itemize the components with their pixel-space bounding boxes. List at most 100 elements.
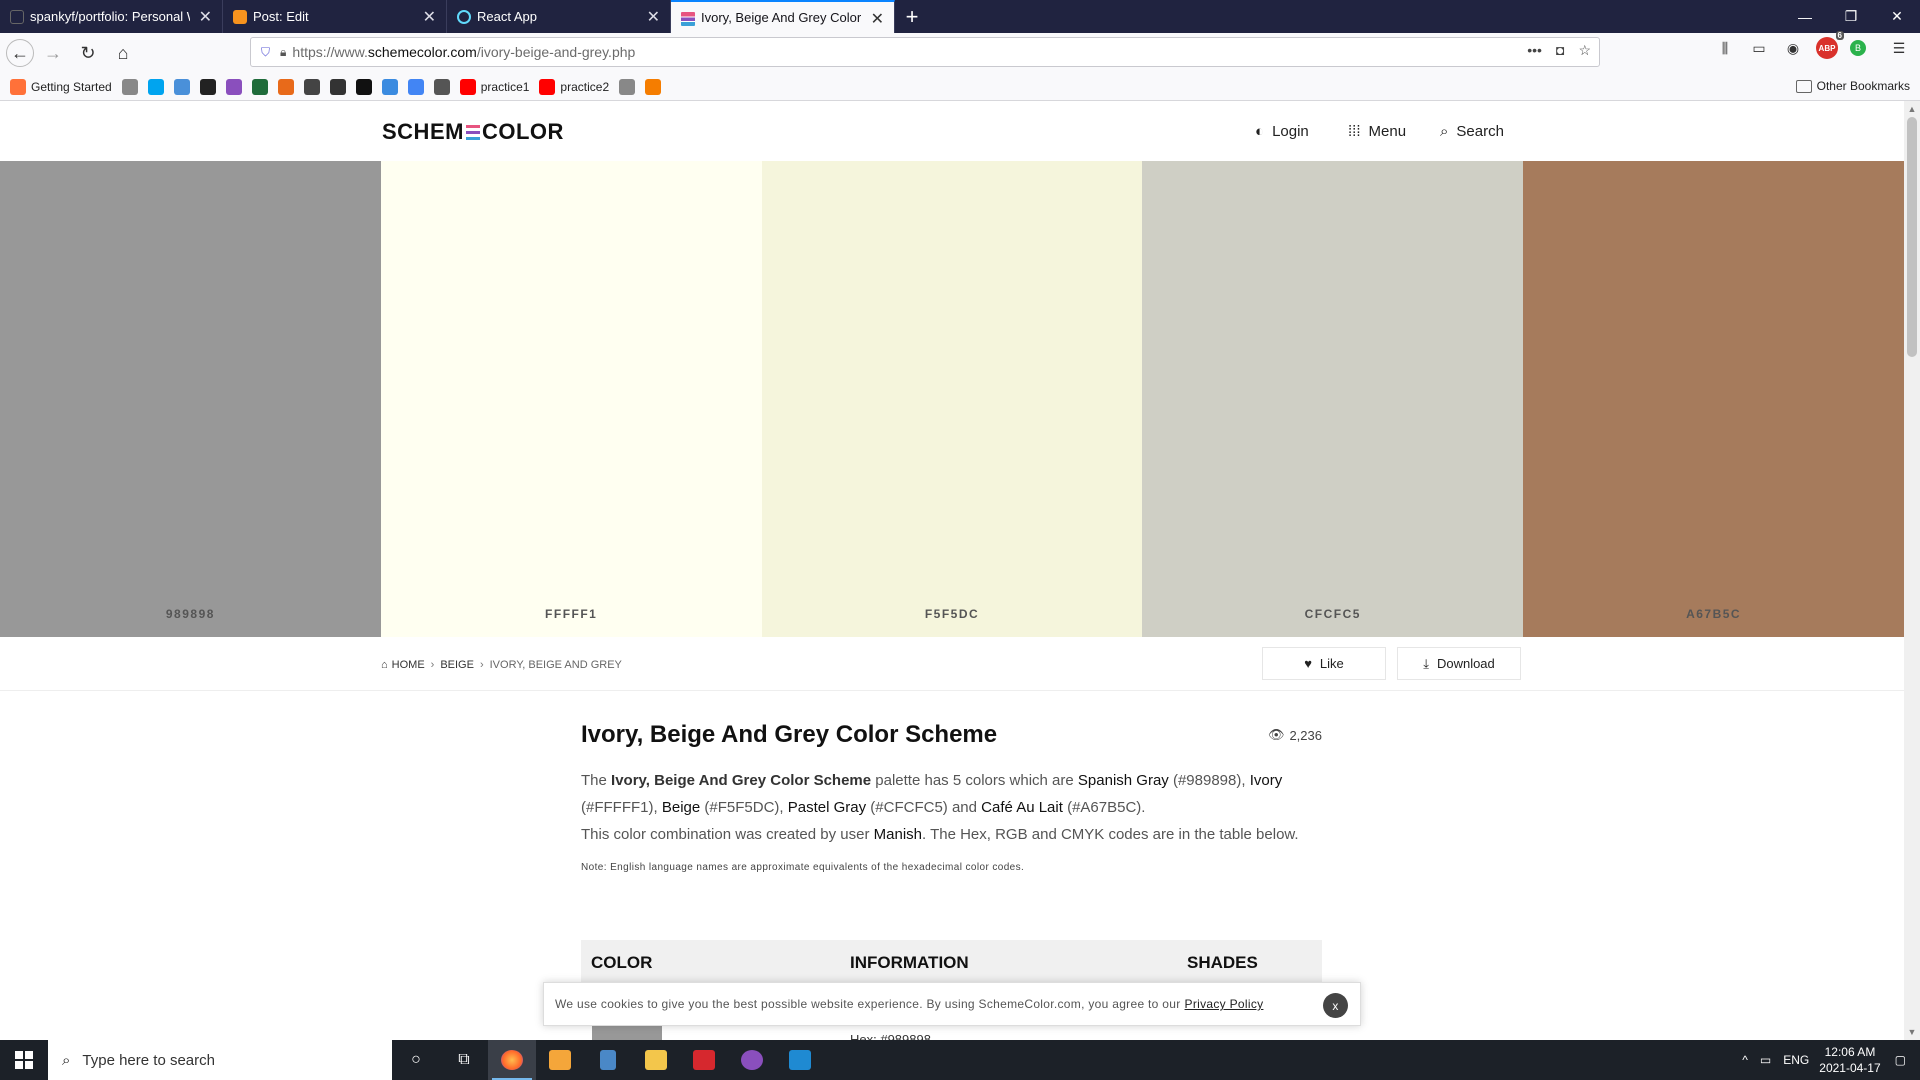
web-page: SCHEM COLOR ◐ Login ⁞⁞⁞ Menu ⌕ Search 98… (0, 101, 1904, 1040)
privacy-policy-link[interactable]: Privacy Policy (1185, 997, 1264, 1011)
tab-schemecolor[interactable]: Ivory, Beige And Grey Color Sc ✕ (671, 0, 895, 33)
color-swatch[interactable]: F5F5DC (761, 161, 1143, 637)
site-logo[interactable]: SCHEM COLOR (382, 119, 564, 145)
bookmark-item[interactable] (355, 78, 372, 95)
scrollbar-thumb[interactable] (1907, 117, 1917, 357)
author-link[interactable]: Manish (874, 826, 922, 843)
calculator-taskbar-icon[interactable] (584, 1040, 632, 1080)
color-swatch[interactable]: FFFFF1 (380, 161, 762, 637)
url-bar[interactable]: ⛉ 🔒︎ https://www. schemecolor.com/ivory-b… (250, 37, 1600, 67)
bookmark-item[interactable] (251, 78, 268, 95)
tray-overflow-icon[interactable]: ^ (1742, 1053, 1748, 1067)
avast-taskbar-icon[interactable] (680, 1040, 728, 1080)
color-name-link[interactable]: Café Au Lait (981, 799, 1063, 816)
url-path: /ivory-beige-and-grey.php (476, 44, 636, 60)
breadcrumb: ⌂ HOME › BEIGE › IVORY, BEIGE AND GREY (381, 659, 622, 671)
color-name-link[interactable]: Ivory (1250, 772, 1283, 789)
bookmark-item[interactable] (277, 78, 294, 95)
notifications-icon[interactable]: ▢ (1895, 1053, 1906, 1067)
clock[interactable]: 12:06 AM 2021-04-17 (1819, 1044, 1880, 1076)
firefox-taskbar-icon[interactable] (488, 1040, 536, 1080)
cortana-icon[interactable]: ○ (392, 1040, 440, 1080)
bookmark-icon (147, 78, 164, 95)
bookmark-item[interactable] (173, 78, 190, 95)
bookmark-item[interactable] (619, 78, 636, 95)
home-icon[interactable]: ⌂ (107, 37, 139, 69)
page-title: Ivory, Beige And Grey Color Scheme (581, 721, 998, 748)
back-icon[interactable]: ← (6, 39, 34, 67)
close-window-icon[interactable]: ✕ (1874, 0, 1920, 33)
minimize-icon[interactable]: — (1782, 0, 1828, 33)
page-scrollbar[interactable]: ▲ ▼ (1904, 101, 1920, 1040)
close-tab-icon[interactable]: ✕ (199, 7, 212, 27)
search-link[interactable]: ⌕ Search (1440, 123, 1504, 140)
network-icon[interactable]: ▭ (1760, 1053, 1771, 1067)
desc-text: This color combination was created by us… (581, 826, 870, 843)
breadcrumb-home[interactable]: HOME (392, 659, 425, 671)
bookmark-item[interactable]: practice1 (459, 78, 529, 95)
close-tab-icon[interactable]: ✕ (647, 7, 660, 27)
bookmark-item[interactable]: Getting Started (10, 78, 112, 95)
start-button[interactable] (0, 1040, 48, 1080)
login-link[interactable]: ◐ Login (1255, 123, 1309, 140)
live-server-taskbar-icon[interactable] (536, 1040, 584, 1080)
color-swatch[interactable]: A67B5C (1523, 161, 1904, 637)
color-name-link[interactable]: Spanish Gray (1078, 772, 1169, 789)
tab-react-app[interactable]: React App ✕ (447, 0, 671, 33)
bookmark-item[interactable] (645, 78, 662, 95)
taskbar-search[interactable]: ⌕ Type here to search (48, 1040, 392, 1080)
close-tab-icon[interactable]: ✕ (423, 7, 436, 27)
close-tab-icon[interactable]: ✕ (871, 9, 884, 29)
tab-portfolio[interactable]: spankyf/portfolio: Personal We ✕ (0, 0, 223, 33)
bookmark-item[interactable] (225, 78, 242, 95)
new-tab-button[interactable]: + (895, 0, 929, 33)
bookmark-item[interactable] (407, 78, 424, 95)
menu-icon[interactable]: ☰ (1888, 37, 1910, 59)
task-view-icon[interactable]: ⧉ (440, 1040, 488, 1080)
pocket-icon[interactable]: ◘ (1556, 42, 1564, 59)
reload-icon[interactable]: ↻ (72, 37, 104, 69)
bookmark-item[interactable] (329, 78, 346, 95)
other-bookmarks[interactable]: Other Bookmarks (1795, 79, 1910, 93)
restore-icon[interactable]: ❐ (1828, 0, 1874, 33)
description: The Ivory, Beige And Grey Color Scheme p… (581, 772, 1299, 843)
breadcrumb-category[interactable]: BEIGE (440, 659, 474, 671)
windows-taskbar: ⌕ Type here to search ○ ⧉ ^ ▭ ENG 12:06 … (0, 1040, 1920, 1080)
tab-post-edit[interactable]: Post: Edit ✕ (223, 0, 447, 33)
page-actions-icon[interactable]: ••• (1527, 42, 1542, 59)
vscode-taskbar-icon[interactable] (776, 1040, 824, 1080)
bookmark-item[interactable] (121, 78, 138, 95)
color-swatch[interactable]: CFCFC5 (1142, 161, 1524, 637)
swatch-hex-label: 989898 (165, 607, 215, 621)
like-button[interactable]: ♥ Like (1262, 647, 1386, 680)
language-indicator[interactable]: ENG (1783, 1053, 1809, 1067)
adblock-icon[interactable]: ABP 6 (1816, 31, 1844, 59)
forward-icon[interactable]: → (37, 37, 69, 69)
scroll-down-icon[interactable]: ▼ (1904, 1024, 1920, 1040)
bookmark-item[interactable]: practice2 (539, 78, 609, 95)
bookmark-star-icon[interactable]: ☆ (1578, 42, 1591, 59)
color-name-link[interactable]: Beige (662, 799, 700, 816)
scroll-up-icon[interactable]: ▲ (1904, 101, 1920, 117)
close-cookie-button[interactable]: x (1323, 993, 1348, 1018)
sidebar-icon[interactable]: ▭ (1748, 37, 1770, 59)
extension-icon[interactable]: B (1850, 40, 1866, 56)
download-icon: ⤓ (1423, 655, 1429, 671)
bookmark-item[interactable] (147, 78, 164, 95)
bookmark-icon (303, 78, 320, 95)
bookmark-item[interactable] (381, 78, 398, 95)
bookmark-item[interactable] (303, 78, 320, 95)
lock-icon[interactable]: 🔒︎ (280, 45, 286, 60)
menu-link[interactable]: ⁞⁞⁞ Menu (1348, 123, 1406, 140)
account-icon[interactable]: ◉ (1782, 37, 1804, 59)
download-button[interactable]: ⤓ Download (1397, 647, 1521, 680)
logo-text-right: COLOR (481, 119, 564, 144)
color-name-link[interactable]: Pastel Gray (788, 799, 866, 816)
library-icon[interactable]: ⫼ (1714, 37, 1736, 59)
github-desktop-taskbar-icon[interactable] (728, 1040, 776, 1080)
file-explorer-taskbar-icon[interactable] (632, 1040, 680, 1080)
bookmark-item[interactable] (199, 78, 216, 95)
bookmark-item[interactable] (433, 78, 450, 95)
color-swatch[interactable]: 989898 (0, 161, 381, 637)
tracking-shield-icon[interactable]: ⛉ (261, 45, 270, 60)
